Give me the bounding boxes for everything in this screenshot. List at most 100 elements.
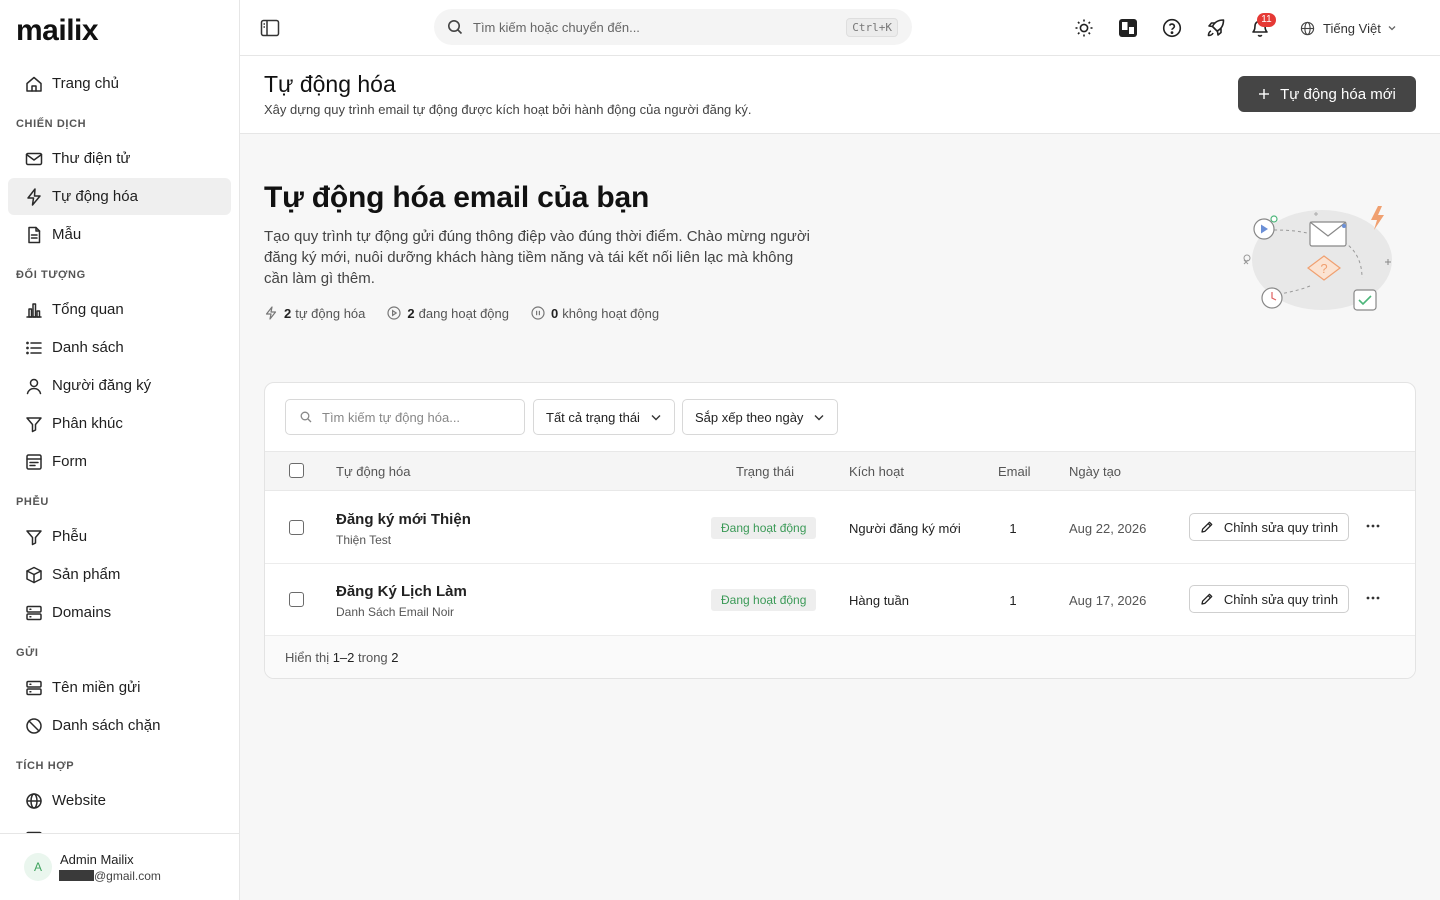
stat-inactive-label: không hoạt động xyxy=(562,305,660,321)
automation-name[interactable]: Đăng Ký Lịch Làm xyxy=(336,583,467,600)
sidebar-item[interactable]: Tự động hóa xyxy=(8,178,231,215)
sidebar-item-label: Sản phẩm xyxy=(52,566,121,583)
sidebar-item-label: Trang chủ xyxy=(52,75,119,92)
sort-select[interactable]: Sắp xếp theo ngày xyxy=(682,399,839,435)
app-logo[interactable]: mailix xyxy=(16,14,99,48)
page-header: Tự động hóa Xây dựng quy trình email tự … xyxy=(240,56,1440,134)
new-automation-button[interactable]: Tự động hóa mới xyxy=(1238,76,1416,112)
automation-list: Danh Sách Email Noir xyxy=(336,605,455,619)
sidebar-item[interactable]: Danh sách xyxy=(8,329,231,366)
mail-icon xyxy=(24,149,44,169)
created-date: Aug 22, 2026 xyxy=(1069,521,1147,536)
column-header-status[interactable]: Trạng thái xyxy=(736,464,794,479)
automation-trigger: Người đăng ký mới xyxy=(849,521,961,536)
sidebar-toggle-icon[interactable] xyxy=(260,18,280,38)
user-name: Admin Mailix xyxy=(60,852,134,867)
row-checkbox[interactable] xyxy=(289,592,304,607)
rocket-icon[interactable] xyxy=(1205,17,1227,39)
sidebar-item[interactable]: Tổng quan xyxy=(8,291,231,328)
more-options-icon[interactable] xyxy=(1365,590,1381,606)
sort-label: Sắp xếp theo ngày xyxy=(695,409,804,425)
edit-workflow-label: Chỉnh sửa quy trình xyxy=(1223,519,1339,535)
automation-search-input[interactable] xyxy=(322,409,512,425)
language-selector[interactable]: Tiếng Việt xyxy=(1300,18,1397,38)
sidebar-item[interactable]: Người đăng ký xyxy=(8,367,231,404)
select-all-checkbox[interactable] xyxy=(289,463,304,478)
globe-icon xyxy=(24,791,44,811)
stat-active: 2 đang hoạt động xyxy=(387,306,509,321)
filter-icon xyxy=(24,414,44,434)
sidebar-item[interactable]: Phễu xyxy=(8,518,231,555)
chevron-down-icon xyxy=(813,411,825,423)
user-email: @gmail.com xyxy=(59,869,161,883)
sidebar-item[interactable]: Tên miền gửi xyxy=(8,669,231,706)
pager-prefix: Hiển thị xyxy=(285,650,330,665)
sidebar-section-heading: ĐỐI TƯỢNG xyxy=(16,269,86,281)
stat-total-count: 2 xyxy=(284,305,292,321)
theme-toggle-sun-icon[interactable] xyxy=(1073,17,1095,39)
edit-workflow-button[interactable]: Chỉnh sửa quy trình xyxy=(1189,513,1349,541)
search-icon xyxy=(447,19,463,35)
pager-total: 2 xyxy=(391,650,399,665)
stat-active-label: đang hoạt động xyxy=(418,305,509,321)
sidebar-item-label: Domains xyxy=(52,604,112,621)
pagination-summary: Hiển thị 1–2 trong 2 xyxy=(285,650,399,665)
stat-total: 2 tự động hóa xyxy=(264,306,365,321)
globe-icon xyxy=(1300,21,1315,36)
topbar: Tìm kiếm hoặc chuyển đến... Ctrl+K 11 Ti… xyxy=(240,0,1440,56)
sidebar-item[interactable]: Phân khúc xyxy=(8,405,231,442)
automation-trigger: Hàng tuần xyxy=(849,593,909,608)
automations-card: Tất cả trạng thái Sắp xếp theo ngày Tự đ… xyxy=(264,382,1416,679)
table-row[interactable]: Đăng ký mới Thiện Thiện Test Đang hoạt đ… xyxy=(265,492,1415,564)
edit-workflow-button[interactable]: Chỉnh sửa quy trình xyxy=(1189,585,1349,613)
stat-inactive-count: 0 xyxy=(551,305,559,321)
column-header-email[interactable]: Email xyxy=(998,464,1031,479)
table-footer: Hiển thị 1–2 trong 2 xyxy=(265,636,1415,678)
sidebar-item[interactable]: Sản phẩm xyxy=(8,556,231,593)
pencil-icon xyxy=(1200,520,1214,534)
table-row[interactable]: Đăng Ký Lịch Làm Danh Sách Email Noir Đa… xyxy=(265,564,1415,636)
sidebar-item[interactable]: Website xyxy=(8,782,231,819)
automation-name[interactable]: Đăng ký mới Thiện xyxy=(336,511,471,528)
sidebar-section-heading: CHIẾN DỊCH xyxy=(16,118,87,130)
shortcut-hint: Ctrl+K xyxy=(846,17,898,37)
global-search[interactable]: Tìm kiếm hoặc chuyển đến... Ctrl+K xyxy=(434,9,912,45)
sidebar-item[interactable]: Form xyxy=(8,443,231,480)
user-profile[interactable]: A Admin Mailix @gmail.com xyxy=(0,833,239,900)
sidebar-item[interactable]: Thư điện tử xyxy=(8,140,231,177)
avatar[interactable]: A xyxy=(24,853,52,881)
play-circle-icon xyxy=(387,306,401,320)
pager-range: 1–2 xyxy=(332,650,355,665)
lightning-icon xyxy=(264,306,278,320)
sidebar-item[interactable]: Mẫu xyxy=(8,216,231,253)
status-badge: Đang hoạt động xyxy=(711,517,817,539)
sidebar-section-heading: PHỄU xyxy=(16,496,49,508)
stat-active-count: 2 xyxy=(407,305,415,321)
automation-search[interactable] xyxy=(285,399,525,435)
sidebar-section-heading: GỬI xyxy=(16,647,39,659)
help-icon[interactable] xyxy=(1161,17,1183,39)
layout-icon[interactable] xyxy=(1117,17,1139,39)
document-icon xyxy=(24,225,44,245)
sidebar-item-label: Người đăng ký xyxy=(52,377,152,394)
column-header-created[interactable]: Ngày tạo xyxy=(1069,464,1121,479)
pencil-icon xyxy=(1200,592,1214,606)
status-badge: Đang hoạt động xyxy=(711,589,817,611)
automation-list: Thiện Test xyxy=(336,533,392,547)
sidebar-item[interactable]: Danh sách chặn xyxy=(8,707,231,744)
sidebar-nav: Trang chủ CHIẾN DỊCH Thư điện tử Tự động hó… xyxy=(8,65,231,833)
lightning-icon xyxy=(24,187,44,207)
home-icon xyxy=(24,74,44,94)
more-options-icon[interactable] xyxy=(1365,518,1381,534)
sidebar-item[interactable] xyxy=(8,820,231,833)
sidebar-item[interactable]: Domains xyxy=(8,594,231,631)
column-header-name[interactable]: Tự động hóa xyxy=(336,464,410,479)
column-header-trigger[interactable]: Kích hoạt xyxy=(849,464,904,479)
hero-title: Tự động hóa email của bạn xyxy=(264,181,650,214)
plus-icon xyxy=(1258,88,1270,100)
language-label: Tiếng Việt xyxy=(1323,20,1381,36)
user-email-suffix: @gmail.com xyxy=(94,869,161,883)
status-filter-select[interactable]: Tất cả trạng thái xyxy=(533,399,675,435)
sidebar-item[interactable]: Trang chủ xyxy=(8,65,231,102)
row-checkbox[interactable] xyxy=(289,520,304,535)
